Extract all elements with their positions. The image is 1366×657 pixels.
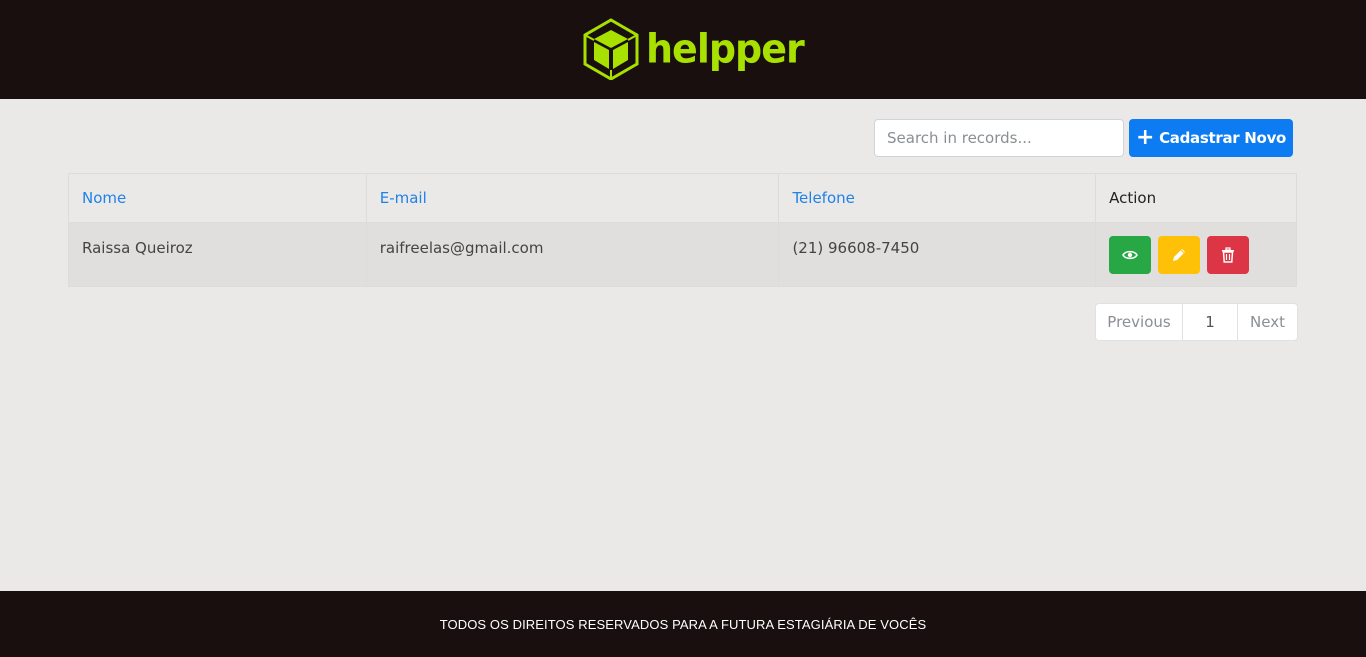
search-input[interactable] <box>874 119 1124 157</box>
column-header-telefone[interactable]: Telefone <box>778 173 1097 223</box>
trash-icon <box>1221 247 1234 263</box>
table-row: Raissa Queiroz raifreelas@gmail.com (21)… <box>68 222 1297 287</box>
pagination-page-1[interactable]: 1 <box>1183 304 1238 340</box>
add-new-button[interactable]: + Cadastrar Novo <box>1129 119 1293 157</box>
records-table: Nome E-mail Telefone Action Raissa Queir… <box>68 173 1297 287</box>
brand-logo[interactable]: helpper <box>582 18 805 80</box>
cube-hexagon-icon <box>583 18 639 80</box>
pagination: Previous 1 Next <box>1095 303 1298 341</box>
edit-button[interactable] <box>1157 236 1200 274</box>
pencil-icon <box>1172 249 1185 261</box>
column-header-action: Action <box>1095 173 1297 223</box>
footer-text: TODOS OS DIREITOS RESERVADOS PARA A FUTU… <box>439 616 927 632</box>
page-footer: TODOS OS DIREITOS RESERVADOS PARA A FUTU… <box>0 591 1366 657</box>
plus-icon: + <box>1135 125 1155 150</box>
delete-button[interactable] <box>1206 236 1249 274</box>
column-header-email[interactable]: E-mail <box>365 173 780 223</box>
pagination-next[interactable]: Next <box>1238 304 1297 340</box>
table-header-row: Nome E-mail Telefone Action <box>68 173 1297 223</box>
pagination-previous[interactable]: Previous <box>1096 304 1183 340</box>
cell-email: raifreelas@gmail.com <box>365 222 780 287</box>
cell-actions <box>1095 222 1297 287</box>
view-button[interactable] <box>1109 236 1152 274</box>
cell-telefone: (21) 96608-7450 <box>778 222 1097 287</box>
cell-nome: Raissa Queiroz <box>68 222 367 287</box>
eye-icon <box>1122 250 1139 260</box>
column-header-nome[interactable]: Nome <box>68 173 367 223</box>
add-new-label: Cadastrar Novo <box>1159 129 1287 147</box>
brand-name: helpper <box>646 25 805 73</box>
top-header: helpper <box>0 0 1366 99</box>
